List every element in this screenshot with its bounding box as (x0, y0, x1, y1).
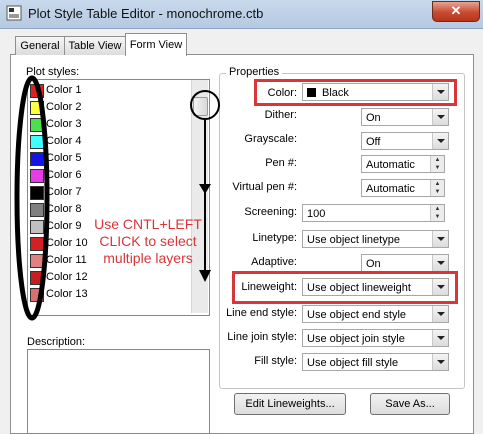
annotation-line-2: CLICK to select (99, 233, 197, 249)
spinner-arrows-icon[interactable]: ▲ ▼ (430, 156, 444, 172)
dither-value: On (366, 112, 381, 124)
plot-style-item[interactable]: Color 6 (28, 167, 188, 184)
properties-title: Properties (226, 66, 283, 78)
plot-style-item[interactable]: Color 12 (28, 269, 188, 286)
selection-oval (12, 74, 52, 327)
virtual-pen-stepper[interactable]: Automatic ▲ ▼ (361, 179, 445, 197)
screening-value: 100 (307, 208, 326, 220)
annotation-text: Use CNTL+LEFT CLICK to select multiple l… (78, 216, 218, 267)
line-join-style-label: Line join style: (227, 331, 297, 343)
plot-style-label: Color 12 (46, 271, 88, 283)
plot-style-item[interactable]: Color 2 (28, 99, 188, 116)
fill-style-value: Use object fill style (307, 357, 399, 369)
adaptive-select[interactable]: On (361, 254, 449, 272)
close-button[interactable]: ✕ (432, 1, 480, 22)
chevron-down-icon (432, 133, 448, 149)
app-icon (6, 5, 22, 21)
plot-style-item[interactable]: Color 4 (28, 133, 188, 150)
linetype-select[interactable]: Use object linetype (302, 230, 449, 248)
tab-general[interactable]: General (15, 36, 65, 55)
plot-style-item[interactable]: Color 5 (28, 150, 188, 167)
adaptive-value: On (366, 258, 381, 270)
dither-select[interactable]: On (361, 108, 449, 126)
plot-styles-list[interactable]: Color 1 Color 2 Color 3 Color 4 Color 5 Color… (27, 79, 210, 316)
annotation-line-3: multiple layers (103, 250, 193, 266)
pen-number-stepper[interactable]: Automatic ▲ ▼ (361, 155, 445, 173)
chevron-down-icon (432, 330, 448, 346)
tab-form-view[interactable]: Form View (125, 33, 187, 56)
lineweight-highlight-box (232, 271, 458, 304)
fill-style-label: Fill style: (254, 355, 297, 367)
plot-style-item[interactable]: Color 7 (28, 184, 188, 201)
chevron-down-icon (432, 306, 448, 322)
line-end-style-value: Use object end style (307, 309, 407, 321)
screening-stepper[interactable]: 100 ▲ ▼ (302, 204, 445, 222)
spinner-arrows-icon[interactable]: ▲ ▼ (430, 205, 444, 221)
grayscale-value: Off (366, 136, 381, 148)
line-join-style-value: Use object join style (307, 333, 405, 345)
annotation-line-1: Use CNTL+LEFT (94, 216, 202, 232)
plot-style-item[interactable]: Color 3 (28, 116, 188, 133)
edit-lineweights-button[interactable]: Edit Lineweights... (234, 393, 346, 415)
chevron-down-icon (432, 231, 448, 247)
plot-style-item[interactable]: Color 1 (28, 82, 188, 99)
virtual-pen-value: Automatic (366, 183, 415, 195)
line-end-style-select[interactable]: Use object end style (302, 305, 449, 323)
chevron-down-icon (432, 255, 448, 271)
spinner-arrows-icon[interactable]: ▲ ▼ (430, 180, 444, 196)
linetype-value: Use object linetype (307, 234, 400, 246)
save-as-button[interactable]: Save As... (370, 393, 450, 415)
description-label: Description: (27, 336, 86, 348)
chevron-down-icon (432, 354, 448, 370)
line-join-style-select[interactable]: Use object join style (302, 329, 449, 347)
color-highlight-box (254, 79, 457, 106)
window-title: Plot Style Table Editor - monochrome.ctb (28, 6, 264, 21)
tab-table-view[interactable]: Table View (64, 36, 126, 55)
line-end-style-label: Line end style: (226, 307, 297, 319)
chevron-down-icon (432, 109, 448, 125)
close-icon: ✕ (450, 3, 462, 18)
plot-style-label: Color 13 (46, 288, 88, 300)
fill-style-select[interactable]: Use object fill style (302, 353, 449, 371)
plot-style-item[interactable]: Color 13 (28, 286, 188, 303)
grayscale-select[interactable]: Off (361, 132, 449, 150)
description-input[interactable] (27, 349, 210, 434)
pen-value: Automatic (366, 159, 415, 171)
